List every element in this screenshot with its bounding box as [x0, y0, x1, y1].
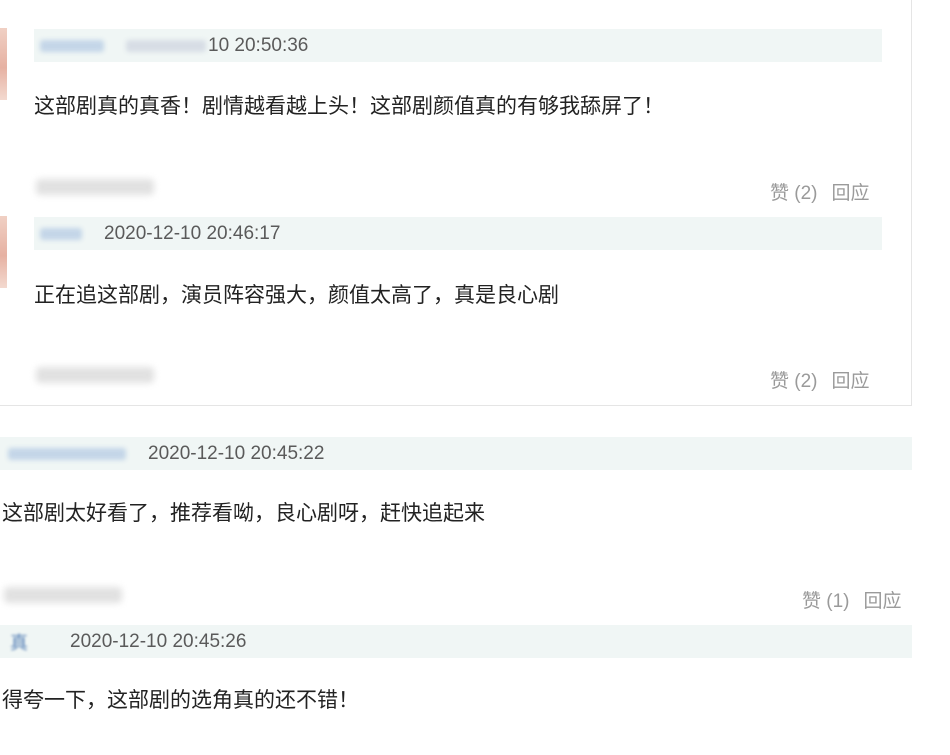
comment-text: 正在追这部剧，演员阵容强大，颜值太高了，真是良心剧 — [34, 284, 559, 307]
avatar[interactable] — [0, 216, 7, 288]
comment-meta-bar: 10 20:50:36 — [34, 29, 882, 62]
comment-timestamp: 2020-12-10 20:45:26 — [70, 630, 247, 652]
like-button[interactable]: 赞 (1) — [802, 591, 850, 612]
reply-button[interactable]: 回应 — [832, 183, 870, 204]
username[interactable] — [40, 227, 82, 240]
username[interactable]: 真 — [10, 629, 28, 655]
source-info — [36, 367, 154, 383]
username[interactable] — [8, 447, 126, 460]
comment-text: 这部剧真的真香！剧情越看越上头！这部剧颜值真的有够我舔屏了！ — [34, 95, 664, 118]
source-info — [36, 179, 154, 195]
comment-text: 这部剧太好看了，推荐看呦，良心剧呀，赶快追起来 — [2, 502, 485, 525]
username[interactable] — [40, 39, 104, 52]
like-button[interactable]: 赞 (2) — [770, 183, 818, 204]
comment-timestamp: 10 20:50:36 — [208, 34, 309, 56]
comment-timestamp: 2020-12-10 20:46:17 — [104, 222, 281, 244]
reply-button[interactable]: 回应 — [864, 591, 902, 612]
comment-actions: 赞 (1) 回应 — [802, 586, 902, 613]
date-blur — [126, 39, 206, 52]
comment-meta-bar: 2020-12-10 20:45:22 — [0, 437, 912, 470]
comment-meta-bar: 真 2020-12-10 20:45:26 — [0, 625, 912, 658]
avatar[interactable] — [0, 28, 7, 100]
comment-text: 得夸一下，这部剧的选角真的还不错！ — [2, 689, 359, 712]
comment-actions: 赞 (2) 回应 — [770, 178, 870, 205]
comment-timestamp: 2020-12-10 20:45:22 — [148, 442, 325, 464]
like-button[interactable]: 赞 (2) — [770, 371, 818, 392]
reply-button[interactable]: 回应 — [832, 371, 870, 392]
comment-meta-bar: 2020-12-10 20:46:17 — [34, 217, 882, 250]
comment-actions: 赞 (2) 回应 — [770, 366, 870, 393]
source-info — [4, 587, 122, 603]
